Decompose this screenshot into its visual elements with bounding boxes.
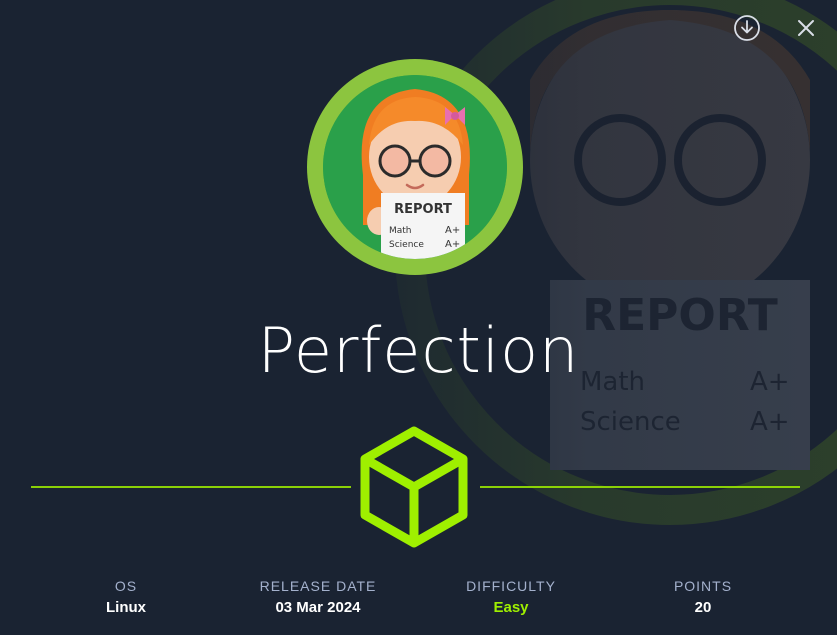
avatar-report-text: REPORT: [394, 202, 452, 217]
avatar-math-text: Math: [389, 226, 412, 236]
stat-os: OS Linux: [106, 578, 146, 616]
bg-science-text: Science: [580, 407, 681, 437]
divider-right: [480, 486, 800, 488]
bg-science-grade: A+: [750, 407, 790, 437]
stat-difficulty: DIFFICULTY Easy: [466, 578, 556, 616]
avatar-science-grade: A+: [445, 239, 460, 250]
download-button[interactable]: [731, 12, 763, 44]
stat-release-date-label: RELEASE DATE: [259, 578, 377, 594]
stat-os-value: Linux: [106, 599, 146, 616]
stat-release-date-value: 03 Mar 2024: [275, 599, 361, 616]
avatar-science-text: Science: [389, 240, 424, 250]
stat-points-value: 20: [694, 599, 712, 616]
cube-icon: [360, 426, 468, 548]
avatar-image: REPORT Math A+ Science A+: [323, 75, 507, 259]
stat-points-label: POINTS: [673, 578, 733, 594]
close-button[interactable]: [790, 12, 822, 44]
stat-points: POINTS 20: [674, 578, 732, 616]
stat-difficulty-value: Easy: [493, 599, 529, 616]
stat-release-date: RELEASE DATE 03 Mar 2024: [260, 578, 377, 616]
download-circle-icon: [734, 15, 760, 41]
avatar-math-grade: A+: [445, 225, 460, 236]
close-icon: [798, 20, 814, 36]
stat-os-label: OS: [114, 578, 138, 594]
machine-avatar: REPORT Math A+ Science A+: [307, 59, 523, 275]
divider-left: [31, 486, 351, 488]
stat-difficulty-label: DIFFICULTY: [466, 578, 556, 594]
machine-name: Perfection: [257, 314, 580, 387]
